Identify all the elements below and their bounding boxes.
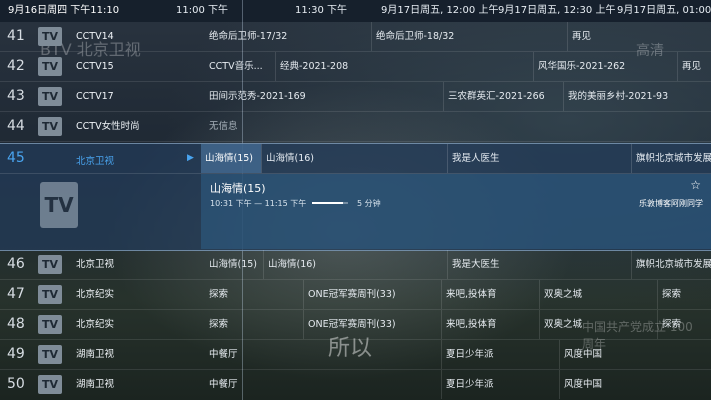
- tv-icon: TV: [38, 27, 62, 46]
- detail-time: 10:31 下午 — 11:15 下午: [210, 199, 307, 208]
- channel-name: 湖南卫视: [76, 379, 115, 390]
- channel-name: CCTV女性时尚: [76, 121, 140, 132]
- star-icon[interactable]: ☆: [690, 178, 701, 192]
- program-cell[interactable]: 探索: [657, 310, 711, 339]
- program-cell[interactable]: 探索: [657, 280, 711, 309]
- program-cell[interactable]: 绝命后卫师-17/32: [205, 22, 371, 51]
- program-cell[interactable]: 探索: [205, 280, 303, 309]
- channel-row[interactable]: 42 TV CCTV15 CCTV音乐... 经典-2021-208 风华国乐-…: [0, 52, 711, 82]
- program-cell[interactable]: 山海情(16): [263, 250, 447, 279]
- channel-row[interactable]: 46 TV 北京卫视 山海情(15) 山海情(16) 我是大医生 旗帜北京城市发…: [0, 250, 711, 280]
- timeslot-2: 11:30 下午: [295, 5, 347, 16]
- channel-row[interactable]: 49 TV 湖南卫视 中餐厅 夏日少年派 风度中国: [0, 340, 711, 370]
- current-datetime: 9月16日周四 下午11:10: [8, 5, 120, 16]
- channel-number: 46: [7, 256, 25, 272]
- tv-icon: TV: [38, 255, 62, 274]
- program-cell[interactable]: ONE冠军赛周刊(33): [303, 280, 441, 309]
- channel-row[interactable]: 41 TV CCTV14 绝命后卫师-17/32 绝命后卫师-18/32 再见: [0, 22, 711, 52]
- channel-row[interactable]: 44 TV CCTV女性时尚 无信息: [0, 112, 711, 142]
- program-cell[interactable]: 我是人医生: [447, 144, 631, 173]
- detail-title: 山海情(15): [210, 182, 266, 195]
- program-cell[interactable]: 再见: [567, 22, 711, 51]
- timeslot-4: 9月17日周五, 12:30 上午: [498, 5, 616, 16]
- channel-number: 50: [7, 376, 25, 392]
- channel-name: 北京卫视: [76, 259, 115, 270]
- timeslot-1: 11:00 下午: [176, 5, 228, 16]
- channel-row[interactable]: 47 TV 北京纪实 探索 ONE冠军赛周刊(33) 来吧,投体育 双奥之城 探…: [0, 280, 711, 310]
- channel-name: CCTV17: [76, 91, 114, 102]
- timeslot-5: 9月17日周五, 01:00 上午: [617, 5, 711, 16]
- channel-name: 北京纪实: [76, 289, 115, 300]
- program-cell[interactable]: 夏日少年派: [441, 370, 559, 399]
- program-cell[interactable]: 三农群英汇-2021-266: [443, 82, 563, 111]
- program-detail-panel: 山海情(15) 10:31 下午 — 11:15 下午 5 分钟 ☆ 乐敦博客阿…: [201, 174, 711, 249]
- channel-number: 43: [7, 88, 25, 104]
- channel-number: 42: [7, 58, 25, 74]
- selected-channel-row[interactable]: 45 北京卫视 ▶ TV 山海情(15) 山海情(16) 我是人医生 旗帜北京城…: [0, 143, 711, 251]
- tv-icon: TV: [40, 182, 78, 228]
- program-cell[interactable]: 田间示范秀-2021-169: [205, 82, 443, 111]
- program-cell[interactable]: 风华国乐-2021-262: [533, 52, 677, 81]
- tv-icon: TV: [38, 345, 62, 364]
- program-cell[interactable]: 风度中国: [559, 370, 711, 399]
- timeslot-3: 9月17日周五, 12:00 上午: [381, 5, 499, 16]
- tv-icon: TV: [38, 87, 62, 106]
- program-cell[interactable]: 双奥之城: [539, 310, 657, 339]
- channel-name: 北京纪实: [76, 319, 115, 330]
- program-cell-selected[interactable]: 山海情(15): [201, 144, 261, 173]
- channel-name: 湖南卫视: [76, 349, 115, 360]
- progress-bar: [312, 202, 348, 204]
- program-cell[interactable]: 中餐厅: [205, 370, 441, 399]
- program-cell[interactable]: 探索: [205, 310, 303, 339]
- program-cell[interactable]: 旗帜北京城市发展: [631, 144, 711, 173]
- program-cell[interactable]: 风度中国: [559, 340, 711, 369]
- channel-number: 41: [7, 28, 25, 44]
- program-cell[interactable]: 夏日少年派: [441, 340, 559, 369]
- program-cell[interactable]: ONE冠军赛周刊(33): [303, 310, 441, 339]
- progress-fill: [312, 202, 343, 204]
- channel-number: 44: [7, 118, 25, 134]
- tv-icon: TV: [38, 315, 62, 334]
- program-cell[interactable]: 无信息: [205, 112, 711, 141]
- program-cell[interactable]: 绝命后卫师-18/32: [371, 22, 567, 51]
- program-cell[interactable]: 中餐厅: [205, 340, 441, 369]
- channel-number: 48: [7, 316, 25, 332]
- channel-row[interactable]: 48 TV 北京纪实 探索 ONE冠军赛周刊(33) 来吧,投体育 双奥之城 探…: [0, 310, 711, 340]
- program-cell[interactable]: 山海情(16): [261, 144, 447, 173]
- program-cell[interactable]: 双奥之城: [539, 280, 657, 309]
- program-cell[interactable]: 我的美丽乡村-2021-93: [563, 82, 711, 111]
- tv-icon: TV: [38, 375, 62, 394]
- tv-icon: TV: [38, 117, 62, 136]
- timeline-header: 9月16日周四 下午11:10 11:00 下午 11:30 下午 9月17日周…: [0, 0, 711, 22]
- program-cell[interactable]: 来吧,投体育: [441, 280, 539, 309]
- program-cell[interactable]: 旗帜北京城市发展: [631, 250, 711, 279]
- program-cell[interactable]: 再见: [677, 52, 711, 81]
- tv-icon: TV: [38, 285, 62, 304]
- program-cell[interactable]: CCTV音乐...: [205, 52, 275, 81]
- channel-row[interactable]: 43 TV CCTV17 田间示范秀-2021-169 三农群英汇-2021-2…: [0, 82, 711, 112]
- tv-icon: TV: [38, 57, 62, 76]
- program-cell[interactable]: 经典-2021-208: [275, 52, 533, 81]
- program-cell[interactable]: 山海情(15): [205, 250, 263, 279]
- channel-row[interactable]: 50 TV 湖南卫视 中餐厅 夏日少年派 风度中国: [0, 370, 711, 399]
- selected-program-line: 山海情(15) 山海情(16) 我是人医生 旗帜北京城市发展: [0, 144, 711, 174]
- credit-text: 乐敦博客阿刚同学: [639, 199, 703, 208]
- channel-name: CCTV15: [76, 61, 114, 72]
- channel-name: CCTV14: [76, 31, 114, 42]
- channel-number: 47: [7, 286, 25, 302]
- channel-number: 49: [7, 346, 25, 362]
- program-cell[interactable]: 我是大医生: [447, 250, 631, 279]
- remaining-time: 5 分钟: [357, 199, 381, 208]
- program-cell[interactable]: 来吧,投体育: [441, 310, 539, 339]
